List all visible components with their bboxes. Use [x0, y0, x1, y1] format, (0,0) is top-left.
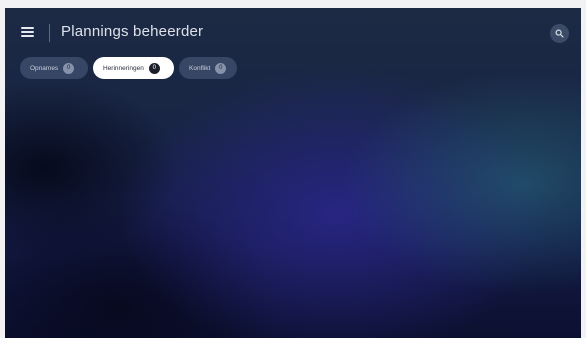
top-bar: Plannings beheerder [5, 8, 581, 56]
menu-icon-line [21, 31, 34, 33]
tab-herinneringen[interactable]: Herinneringen 0 [93, 57, 174, 79]
tab-label: Herinneringen [103, 64, 144, 72]
menu-icon-line [21, 35, 34, 37]
menu-icon[interactable] [19, 23, 37, 41]
header-divider [49, 24, 50, 42]
tab-count-badge: 0 [215, 62, 227, 74]
tab-bar: Opnames 0 Herinneringen 0 Konflikt 0 [20, 57, 237, 79]
tab-count-badge: 0 [63, 62, 75, 74]
page-title: Plannings beheerder [61, 23, 204, 40]
search-icon[interactable] [550, 24, 569, 43]
tab-count-badge: 0 [148, 62, 160, 74]
tv-screen: Plannings beheerder Opnames 0 Herinnerin… [5, 8, 581, 338]
menu-icon-line [21, 27, 34, 29]
tab-konflikt[interactable]: Konflikt 0 [179, 57, 237, 79]
search-icon-glyph [555, 29, 564, 38]
tab-label: Opnames [30, 64, 59, 72]
tab-opnames[interactable]: Opnames 0 [20, 57, 88, 79]
tab-label: Konflikt [189, 64, 211, 72]
